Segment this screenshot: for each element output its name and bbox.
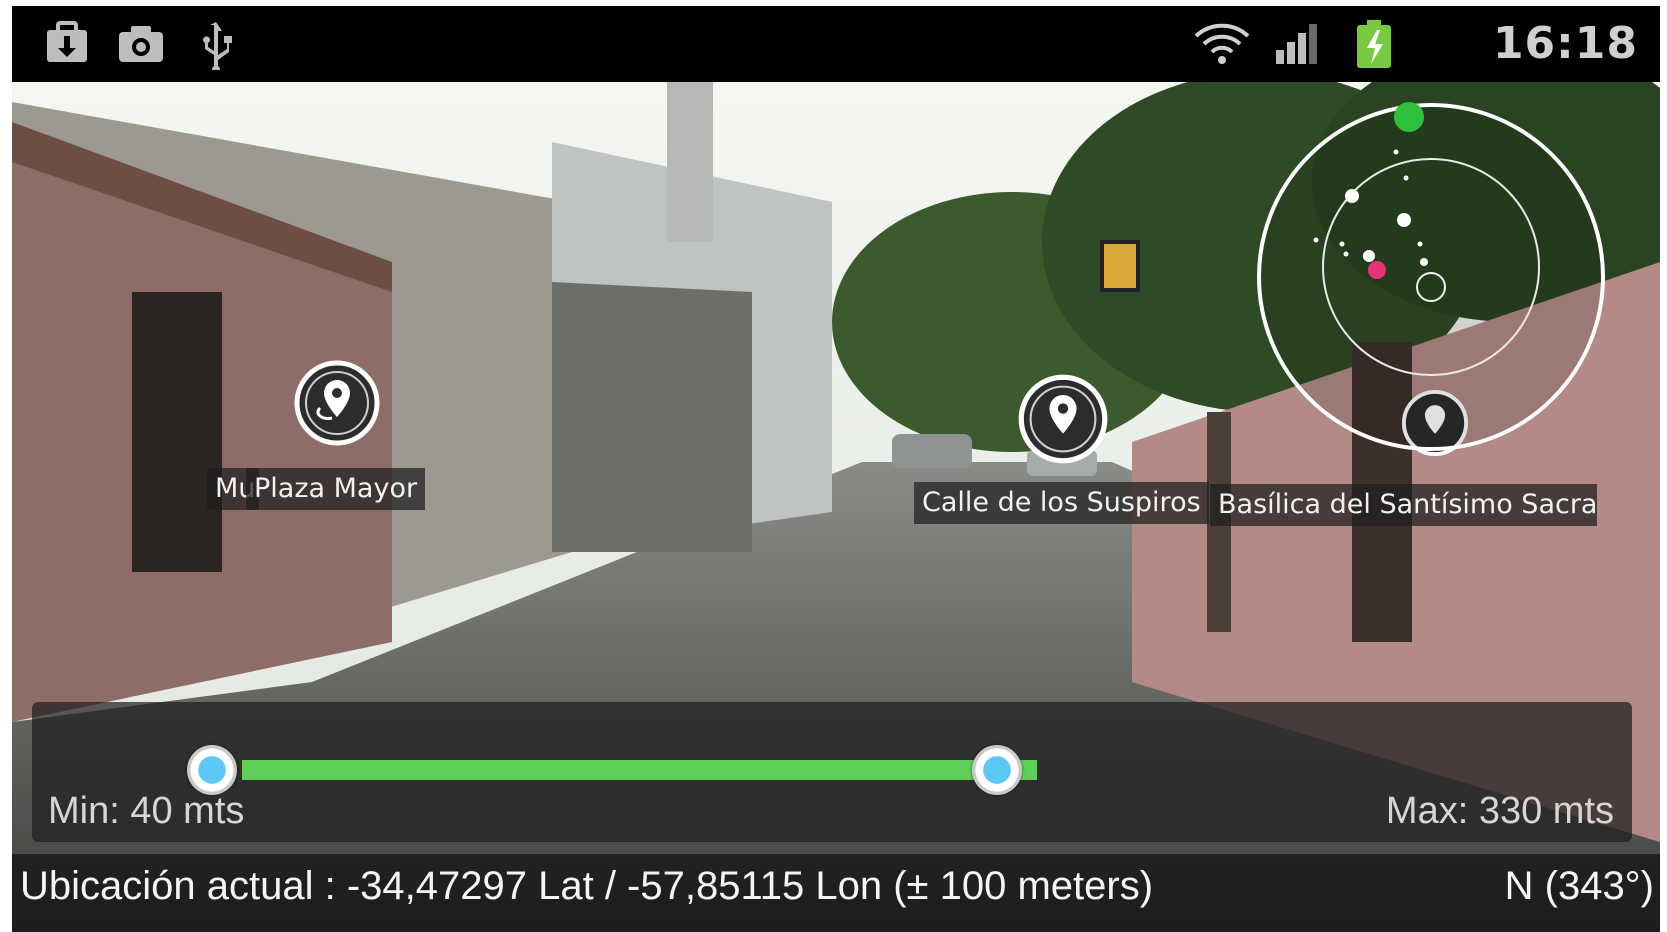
location-info-bar: Ubicación actual : -34,47297 Lat / -57,8…: [12, 854, 1660, 932]
current-location-text: Ubicación actual : -34,47297 Lat / -57,8…: [20, 864, 1154, 908]
wifi-icon: [1194, 23, 1250, 64]
battery-charging-icon: [1357, 20, 1391, 68]
range-min-thumb[interactable]: [187, 745, 237, 795]
clock: 16:18: [1492, 18, 1638, 69]
camera-icon: [119, 26, 163, 62]
usb-icon: [203, 22, 232, 70]
range-track[interactable]: [242, 760, 1037, 780]
status-bar: 16:18: [12, 6, 1660, 82]
signal-icon: [1276, 24, 1317, 64]
map-pin-icon: [294, 360, 380, 446]
poi-marker-calle-de-los-suspiros[interactable]: [1016, 372, 1110, 470]
heading-text: N (343°): [1504, 864, 1654, 908]
poi-marker-plaza-mayor[interactable]: [292, 358, 382, 452]
map-pin-icon: [1018, 374, 1108, 464]
range-max-label: Max: 330 mts: [1385, 790, 1614, 832]
poi-label-basilica[interactable]: Basílica del Santísimo Sacra: [1210, 484, 1598, 526]
distance-range-panel: Min: 40 mts Max: 330 mts: [32, 702, 1632, 842]
range-max-thumb[interactable]: [972, 745, 1022, 795]
poi-label-calle-de-los-suspiros[interactable]: Calle de los Suspiros: [914, 482, 1209, 524]
poi-label-plaza-mayor[interactable]: Plaza Mayor: [246, 468, 426, 510]
camera-view[interactable]: Mu Plaza Mayor Calle de los Suspiros Bas…: [12, 82, 1660, 932]
radar-self-dot: [1368, 261, 1386, 279]
radar-heading-dot: [1394, 102, 1424, 132]
download-icon: [47, 21, 87, 62]
radar-widget: [1257, 102, 1605, 451]
range-min-label: Min: 40 mts: [48, 790, 245, 832]
